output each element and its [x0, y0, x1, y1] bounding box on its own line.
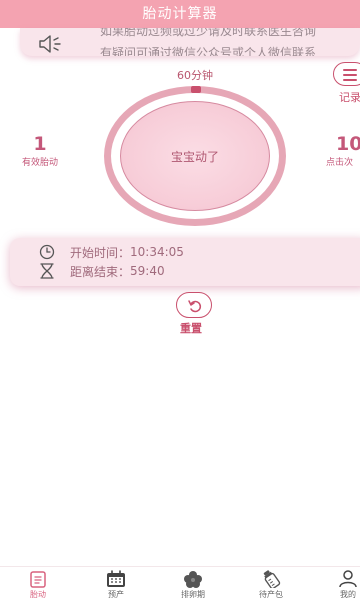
clipboard-icon [30, 571, 46, 588]
reset-label[interactable]: 重置 [180, 320, 202, 336]
tab-fetal-movement[interactable]: 胎动 [16, 570, 60, 600]
tab-label: 我的 [340, 590, 356, 599]
notice-line-2: 有疑问可通过微信公众号或个人微信联系 [100, 46, 317, 56]
baby-moved-label: 宝宝动了 [170, 149, 219, 164]
tab-profile[interactable]: 我的 [326, 570, 360, 600]
start-time-value: 10:34:05 [130, 245, 184, 259]
notice-banner: 如果胎动过频或过少请及时联系医生咨询 有疑问可通过微信公众号或个人微信联系 [20, 28, 360, 56]
click-count: 10 [336, 133, 360, 155]
tab-label: 预产 [108, 590, 124, 599]
reset-button[interactable] [176, 292, 212, 318]
bottom-tab-bar: 胎动 预产 排卵期 待产包 我的 [0, 566, 360, 600]
start-time-row: 开始时间： 10:34:05 [38, 244, 184, 260]
timer-duration-label: 60分钟 [177, 69, 213, 82]
bottle-icon [263, 570, 281, 588]
calendar-icon [107, 570, 125, 587]
app-title: 胎动计算器 [142, 6, 218, 22]
record-label[interactable]: 记录 [339, 89, 360, 105]
tab-label: 胎动 [30, 590, 46, 599]
person-icon [339, 570, 357, 588]
click-count-stat: 10 点击次 [320, 131, 360, 168]
effective-count-stat: 1 有效胎动 [10, 131, 70, 168]
progress-ring-marker [191, 86, 201, 93]
app-title-bar: 胎动计算器 [0, 0, 360, 28]
start-time-label: 开始时间： [70, 245, 131, 260]
tab-label: 排卵期 [181, 590, 205, 599]
tab-ovulation[interactable]: 排卵期 [171, 570, 215, 600]
tab-hospital-bag[interactable]: 待产包 [249, 570, 293, 600]
notice-line-1: 如果胎动过频或过少请及时联系医生咨询 [100, 28, 317, 38]
remaining-time-label: 距离结束： [70, 264, 131, 279]
speaker-icon [39, 35, 61, 53]
effective-count: 1 [33, 133, 47, 155]
record-button[interactable] [333, 62, 360, 86]
clock-icon [39, 244, 55, 260]
baby-moved-button[interactable]: 宝宝动了 [120, 101, 270, 211]
hourglass-icon [40, 263, 54, 279]
effective-count-label: 有效胎动 [21, 158, 58, 168]
list-icon [343, 69, 357, 84]
refresh-icon [188, 300, 202, 313]
flower-icon [184, 571, 202, 588]
tab-label: 待产包 [259, 590, 283, 599]
tab-due-date[interactable]: 预产 [94, 570, 138, 600]
session-info-card: 开始时间： 10:34:05 距离结束： 59:40 [10, 238, 360, 286]
remaining-time-row: 距离结束： 59:40 [38, 263, 165, 279]
remaining-time-value: 59:40 [130, 264, 165, 278]
